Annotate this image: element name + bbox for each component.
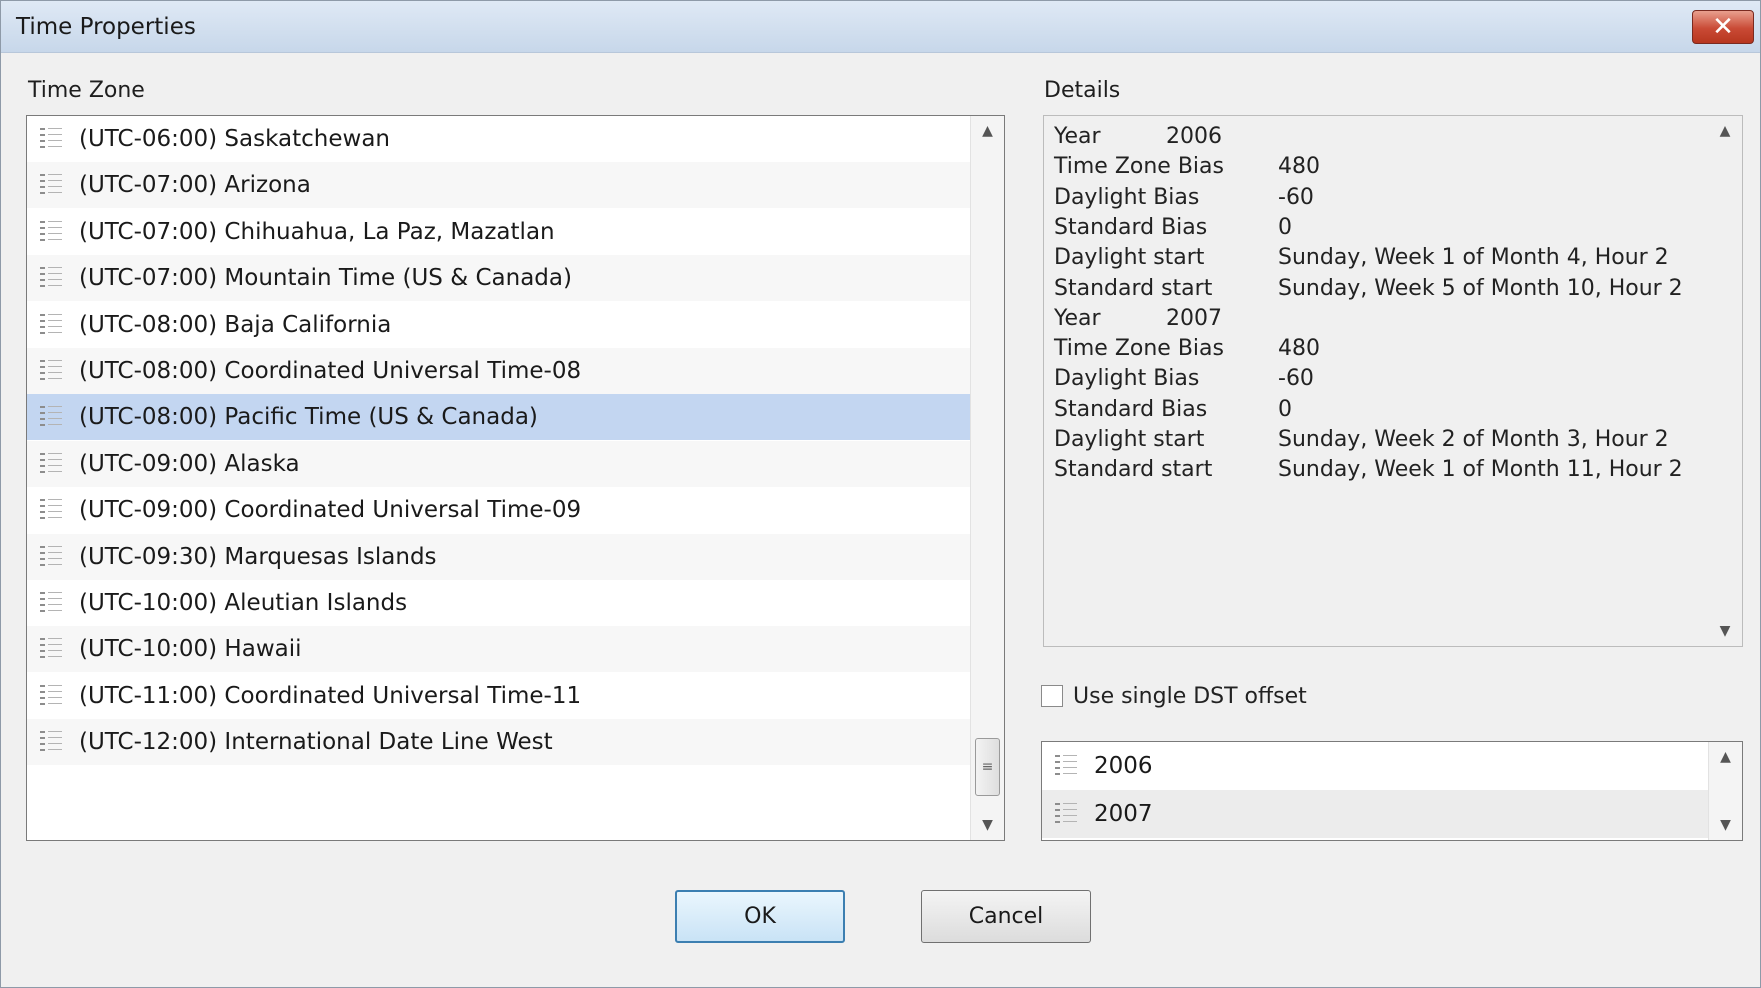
time-zone-item-label: (UTC-11:00) Coordinated Universal Time-1… <box>79 682 582 709</box>
detail-value: 2007 <box>1166 305 1222 331</box>
list-row-icon <box>40 592 64 614</box>
time-zone-list[interactable]: (UTC-06:00) Saskatchewan (UTC-07:00) Ariz… <box>26 115 1005 841</box>
time-zone-item-label: (UTC-07:00) Mountain Time (US & Canada) <box>79 265 572 292</box>
details-label: Details <box>1044 78 1121 103</box>
time-zone-item[interactable]: (UTC-07:00) Mountain Time (US & Canada) <box>27 255 970 302</box>
list-row-icon <box>40 313 64 336</box>
year-item[interactable]: 2007 <box>1042 790 1708 838</box>
time-zone-label: Time Zone <box>28 78 145 103</box>
details-panel[interactable]: Year 2006 Time Zone Bias 480 Daylight Bias -6… <box>1043 115 1743 647</box>
time-zone-item-label: (UTC-09:00) Alaska <box>79 450 300 477</box>
detail-value: 0 <box>1278 214 1292 240</box>
detail-value: -60 <box>1278 366 1314 392</box>
scroll-up-arrow-icon[interactable]: ▲ <box>971 116 1004 146</box>
list-row-icon <box>40 406 64 429</box>
time-zone-item[interactable]: (UTC-06:00) Saskatchewan <box>27 116 970 162</box>
time-zone-item[interactable]: (UTC-10:00) Aleutian Islands <box>27 580 970 626</box>
detail-key: Standard Bias <box>1054 214 1208 240</box>
list-row-icon <box>1055 803 1079 825</box>
detail-key: Standard start <box>1054 457 1213 483</box>
time-zone-scrollbar[interactable]: ▲ ≡ ▼ <box>970 116 1004 840</box>
time-zone-item-label: (UTC-08:00) Coordinated Universal Time-0… <box>79 358 582 384</box>
time-zone-item[interactable]: (UTC-07:00) Arizona <box>27 162 970 209</box>
list-row-icon <box>40 220 64 243</box>
detail-key: Standard Bias <box>1054 396 1208 422</box>
detail-key: Daylight start <box>1054 427 1205 452</box>
detail-key: Year <box>1054 305 1101 331</box>
time-zone-item-label: (UTC-09:30) Marquesas Islands <box>79 543 437 570</box>
detail-key: Year <box>1054 124 1101 149</box>
detail-value: 480 <box>1278 154 1320 180</box>
time-zone-item-label: (UTC-12:00) International Date Line West <box>79 729 553 756</box>
grip-icon: ≡ <box>981 759 994 775</box>
list-row-icon <box>1055 755 1079 777</box>
detail-key: Daylight Bias <box>1054 366 1200 392</box>
close-icon: ✕ <box>1712 12 1734 42</box>
scroll-up-arrow-icon[interactable]: ▲ <box>1709 742 1742 772</box>
list-row-icon <box>40 545 64 568</box>
time-zone-item-label: (UTC-07:00) Arizona <box>79 172 311 199</box>
year-item-label: 2007 <box>1094 801 1153 827</box>
single-dst-offset-checkbox[interactable] <box>1041 685 1063 707</box>
scroll-down-arrow-icon[interactable]: ▼ <box>971 810 1004 840</box>
single-dst-offset-option[interactable]: Use single DST offset <box>1041 681 1307 711</box>
list-row-icon <box>40 638 64 661</box>
year-item[interactable]: 2006 <box>1042 742 1708 790</box>
detail-value: Sunday, Week 1 of Month 11, Hour 2 <box>1278 457 1683 483</box>
time-zone-item-label: (UTC-10:00) Aleutian Islands <box>79 590 408 616</box>
time-zone-item[interactable]: (UTC-09:00) Alaska <box>27 440 970 487</box>
detail-key: Standard start <box>1054 275 1213 301</box>
time-zone-item[interactable]: (UTC-07:00) Chihuahua, La Paz, Mazatlan <box>27 209 970 255</box>
detail-key: Daylight start <box>1054 245 1205 271</box>
close-button[interactable]: ✕ <box>1692 10 1754 44</box>
time-zone-item[interactable]: (UTC-10:00) Hawaii <box>27 626 970 673</box>
scroll-down-arrow-icon[interactable]: ▼ <box>1709 810 1742 840</box>
time-properties-dialog: Time Properties ✕ Time Zone Details (UTC… <box>0 0 1761 988</box>
time-zone-item[interactable]: (UTC-08:00) Baja California <box>27 302 970 348</box>
scroll-up-arrow-icon[interactable]: ▲ <box>1708 116 1742 146</box>
cancel-button[interactable]: Cancel <box>921 890 1091 943</box>
list-row-icon <box>40 499 64 522</box>
time-zone-item-label: (UTC-07:00) Chihuahua, La Paz, Mazatlan <box>79 218 555 245</box>
detail-value: 480 <box>1278 336 1320 362</box>
scroll-down-arrow-icon[interactable]: ▼ <box>1708 616 1742 646</box>
time-zone-item[interactable]: (UTC-09:00) Coordinated Universal Time-0… <box>27 487 970 533</box>
list-row-icon <box>40 174 64 197</box>
list-row-icon <box>40 731 64 754</box>
year-list[interactable]: 2006 2007 ▲ ▼ <box>1041 741 1743 841</box>
single-dst-offset-label: Use single DST offset <box>1073 683 1307 709</box>
detail-value: Sunday, Week 1 of Month 4, Hour 2 <box>1278 245 1669 271</box>
detail-key: Daylight Bias <box>1054 184 1200 210</box>
list-row-icon <box>40 452 64 475</box>
time-zone-item[interactable]: (UTC-11:00) Coordinated Universal Time-1… <box>27 673 970 719</box>
time-zone-item-label: (UTC-06:00) Saskatchewan <box>79 126 390 152</box>
list-row-icon <box>40 360 64 382</box>
window-title: Time Properties <box>16 14 196 40</box>
details-scrollbar[interactable]: ▲ ▼ <box>1708 116 1742 646</box>
list-row-icon <box>40 128 64 150</box>
year-scrollbar[interactable]: ▲ ▼ <box>1708 742 1742 840</box>
title-bar: Time Properties ✕ <box>1 1 1760 53</box>
time-zone-item-label: (UTC-08:00) Baja California <box>79 311 392 338</box>
time-zone-item[interactable]: (UTC-08:00) Pacific Time (US & Canada) <box>27 394 970 441</box>
time-zone-item-label: (UTC-09:00) Coordinated Universal Time-0… <box>79 497 582 524</box>
time-zone-item-label: (UTC-10:00) Hawaii <box>79 636 302 663</box>
scroll-thumb[interactable]: ≡ <box>975 738 1000 796</box>
detail-value: 2006 <box>1166 124 1222 149</box>
time-zone-item-label: (UTC-08:00) Pacific Time (US & Canada) <box>79 404 538 431</box>
detail-value: Sunday, Week 2 of Month 3, Hour 2 <box>1278 427 1669 452</box>
detail-key: Time Zone Bias <box>1054 336 1224 362</box>
time-zone-item[interactable]: (UTC-09:30) Marquesas Islands <box>27 533 970 580</box>
time-zone-item[interactable]: (UTC-08:00) Coordinated Universal Time-0… <box>27 348 970 394</box>
year-item-label: 2006 <box>1094 753 1153 779</box>
list-row-icon <box>40 267 64 290</box>
detail-value: -60 <box>1278 184 1314 210</box>
list-row-icon <box>40 684 64 707</box>
time-zone-item[interactable]: (UTC-12:00) International Date Line West <box>27 719 970 766</box>
ok-button[interactable]: OK <box>675 890 845 943</box>
detail-value: 0 <box>1278 396 1292 422</box>
detail-key: Time Zone Bias <box>1054 154 1224 180</box>
detail-value: Sunday, Week 5 of Month 10, Hour 2 <box>1278 275 1683 301</box>
